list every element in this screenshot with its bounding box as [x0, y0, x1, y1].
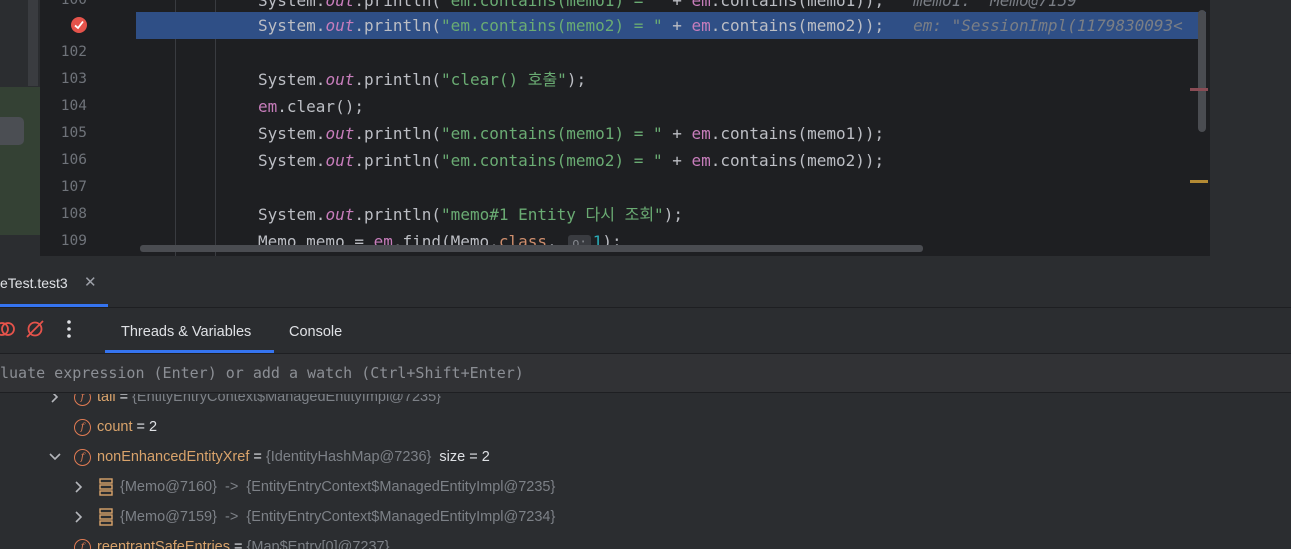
variable-row[interactable]: f reentrantSafeEntries = {Map$Entry[0]@72…: [74, 532, 389, 549]
debug-session-label: eTest.test3: [0, 275, 68, 291]
field-icon: f: [74, 394, 91, 406]
tab-console[interactable]: Console: [289, 320, 342, 344]
field-icon: f: [74, 418, 91, 436]
code-line[interactable]: System.out.println("memo#1 Entity 다시 조회"…: [136, 201, 1206, 228]
map-entry-row[interactable]: {Memo@7159} -> {EntityEntryContext$Manag…: [98, 502, 555, 532]
code-line[interactable]: System.out.println("clear() 호출");: [136, 66, 1206, 93]
right-tool-strip: [1210, 0, 1291, 256]
map-entry-icon: [99, 508, 113, 526]
left-strip-green-area: [0, 87, 40, 235]
line-number: 100: [60, 0, 87, 8]
tab-threads-variables[interactable]: Threads & Variables: [121, 320, 251, 344]
breakpoint-icon[interactable]: [70, 16, 88, 34]
close-icon[interactable]: ✕: [84, 270, 97, 296]
line-number: 103: [60, 71, 87, 87]
variables-tree[interactable]: f tail = {EntityEntryContext$ManagedEntit…: [0, 394, 1291, 549]
more-options-icon[interactable]: [58, 318, 80, 340]
line-number: 107: [60, 179, 87, 195]
chevron-right-icon[interactable]: [72, 502, 86, 532]
left-strip-handle[interactable]: [0, 117, 24, 145]
error-stripe-mark[interactable]: [1190, 88, 1208, 91]
line-number: 105: [60, 125, 87, 141]
map-entry-row[interactable]: {Memo@7160} -> {EntityEntryContext$Manag…: [98, 472, 555, 502]
chevron-right-icon[interactable]: [48, 394, 62, 412]
variable-row[interactable]: f nonEnhancedEntityXref = {IdentityHashMa…: [74, 442, 490, 472]
warning-stripe-mark[interactable]: [1190, 180, 1208, 183]
field-icon: f: [74, 538, 91, 549]
chevron-right-icon[interactable]: [72, 472, 86, 502]
horizontal-scrollbar[interactable]: [140, 245, 923, 252]
line-number: 106: [60, 152, 87, 168]
vertical-scrollbar[interactable]: [1198, 10, 1206, 132]
line-number: 102: [60, 44, 87, 60]
line-number: 104: [60, 98, 87, 114]
debug-panel: eTest.test3 ✕ Threads & Variables Consol…: [0, 256, 1291, 549]
variable-row[interactable]: f tail = {EntityEntryContext$ManagedEntit…: [74, 394, 441, 412]
debug-session-tab[interactable]: eTest.test3 ✕: [0, 270, 97, 296]
divider: [0, 307, 1291, 308]
view-breakpoints-icon[interactable]: [0, 318, 16, 340]
evaluate-expression-input[interactable]: luate expression (Enter) or add a watch …: [0, 353, 1291, 393]
code-line[interactable]: System.out.println("em.contains(memo1) =…: [136, 120, 1206, 147]
current-execution-line[interactable]: System.out.println("em.contains(memo2) =…: [136, 12, 1206, 39]
line-number: 109: [60, 233, 87, 249]
code-editor[interactable]: 100 System.out.println("em.contains(memo…: [0, 0, 1291, 256]
left-strip-scrollbar: [28, 0, 38, 86]
left-tool-strip: [0, 0, 40, 256]
code-line[interactable]: System.out.println("em.contains(memo2) =…: [136, 147, 1206, 174]
map-entry-icon: [99, 478, 113, 496]
line-number: 108: [60, 206, 87, 222]
evaluate-expression-placeholder: luate expression (Enter) or add a watch …: [0, 364, 524, 382]
field-icon: f: [74, 448, 91, 466]
code-line[interactable]: em.clear();: [136, 93, 1206, 120]
chevron-down-icon[interactable]: [48, 442, 62, 472]
variable-row[interactable]: f count = 2: [74, 412, 157, 442]
mute-breakpoints-icon[interactable]: [24, 318, 46, 340]
